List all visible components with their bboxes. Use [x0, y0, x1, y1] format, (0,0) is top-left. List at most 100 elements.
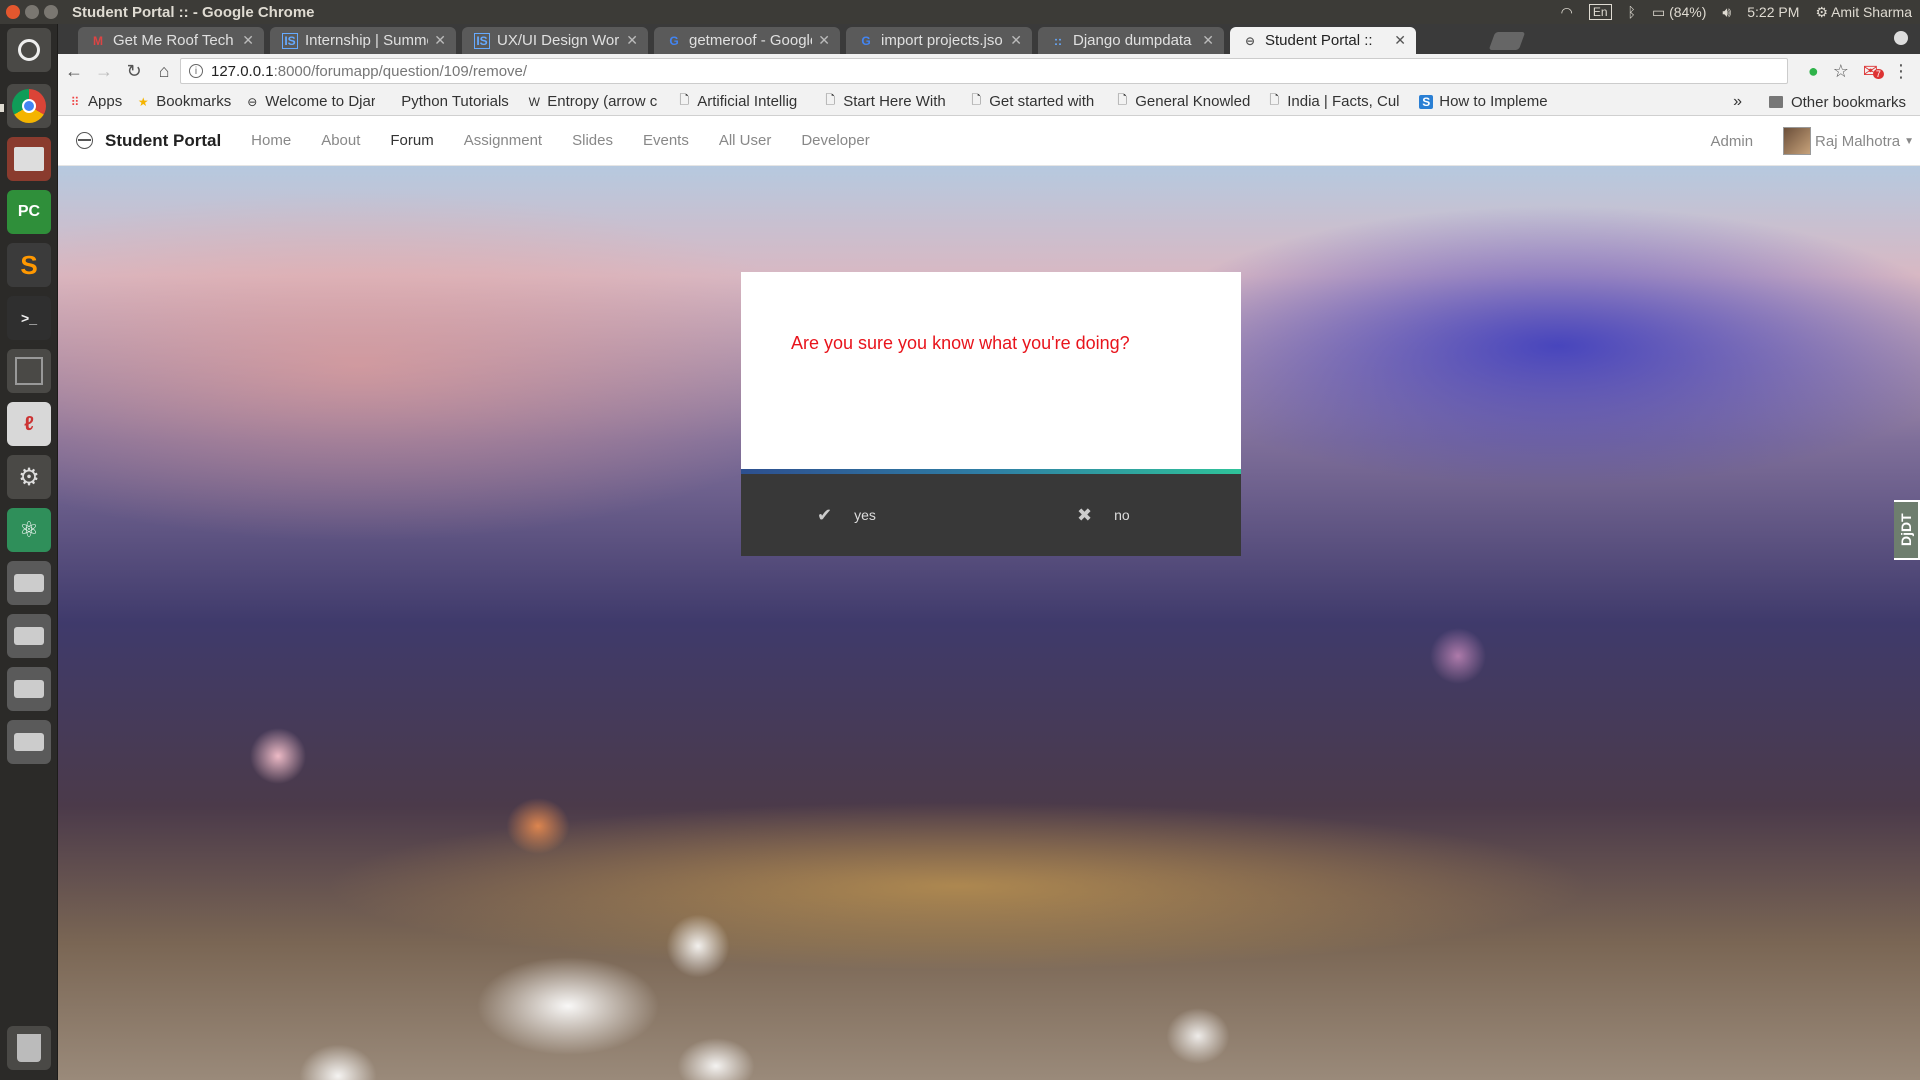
page-icon: 🗋︎: [679, 93, 690, 107]
bookmark-item[interactable]: S How to Impleme: [1419, 93, 1559, 110]
forward-button[interactable]: →: [90, 57, 118, 85]
browser-tab-active[interactable]: ⊖ Student Portal :: ✕: [1230, 27, 1416, 54]
pdf-viewer-icon[interactable]: ℓ: [7, 402, 51, 446]
bookmark-star-icon[interactable]: ☆: [1833, 61, 1849, 82]
nav-all-user[interactable]: All User: [719, 132, 772, 149]
bookmark-item[interactable]: W Entropy (arrow c: [527, 93, 663, 110]
files-icon[interactable]: [7, 137, 51, 181]
browser-tab[interactable]: G getmeroof - Google ✕: [654, 27, 840, 54]
nav-slides[interactable]: Slides: [572, 132, 613, 149]
drive-icon[interactable]: [7, 614, 51, 658]
close-tab-icon[interactable]: ✕: [818, 32, 830, 49]
yes-label: yes: [854, 507, 876, 523]
nav-events[interactable]: Events: [643, 132, 689, 149]
bookmark-item[interactable]: 🗋︎ Get started with: [969, 93, 1101, 110]
grammarly-icon[interactable]: ●: [1808, 61, 1819, 82]
avatar[interactable]: [1783, 127, 1812, 155]
close-tab-icon[interactable]: ✕: [1010, 32, 1022, 49]
bluetooth-icon[interactable]: ᛒ: [1628, 4, 1636, 20]
browser-tab[interactable]: G import projects.jso ✕: [846, 27, 1032, 54]
url-host: 127.0.0.1: [211, 62, 274, 80]
tab-title: Get Me Roof Tech A: [113, 32, 237, 49]
new-tab-button[interactable]: [1488, 32, 1526, 50]
close-window-button[interactable]: [6, 5, 20, 19]
tab-title: Internship | Summe: [305, 32, 429, 49]
browser-tab[interactable]: IS UX/UI Design Work ✕: [462, 27, 648, 54]
minimize-window-button[interactable]: [25, 5, 39, 19]
trash-icon[interactable]: [7, 1026, 51, 1070]
sublime-text-icon[interactable]: S: [7, 243, 51, 287]
docs-icon: ::: [1054, 33, 1062, 48]
bookmarks-overflow-button[interactable]: »: [1733, 88, 1742, 116]
battery-icon: ▭: [1651, 3, 1666, 20]
brand-link[interactable]: Student Portal: [105, 131, 221, 151]
browser-tab[interactable]: M Get Me Roof Tech A ✕: [78, 27, 264, 54]
atom-icon[interactable]: ⚛: [7, 508, 51, 552]
reload-button[interactable]: ↻: [120, 57, 148, 85]
keyboard-indicator[interactable]: En: [1588, 4, 1612, 20]
drive-icon[interactable]: [7, 720, 51, 764]
bookmark-item[interactable]: 🗋︎ Start Here With: [823, 93, 955, 110]
brand-logo-icon: [76, 132, 93, 149]
maximize-window-button[interactable]: [44, 5, 58, 19]
django-debug-toolbar-handle[interactable]: DjDT: [1894, 500, 1920, 560]
nav-assignment[interactable]: Assignment: [464, 132, 542, 149]
other-bookmarks[interactable]: Other bookmarks: [1768, 88, 1906, 116]
bookmark-item[interactable]: 🗋︎ General Knowled: [1115, 93, 1253, 110]
running-indicator: [0, 104, 4, 112]
close-tab-icon[interactable]: ✕: [242, 32, 254, 49]
clock[interactable]: 5:22 PM: [1747, 4, 1799, 20]
dialog-message: Are you sure you know what you're doing?: [791, 333, 1130, 353]
close-tab-icon[interactable]: ✕: [434, 32, 446, 49]
close-tab-icon[interactable]: ✕: [626, 32, 638, 49]
drive-icon[interactable]: [7, 561, 51, 605]
tab-title: UX/UI Design Work: [497, 32, 621, 49]
bookmark-item[interactable]: 🗋︎ Artificial Intellig: [677, 93, 809, 110]
terminal-icon[interactable]: >_: [7, 296, 51, 340]
profile-icon[interactable]: [1894, 31, 1908, 45]
nav-about[interactable]: About: [321, 132, 360, 149]
url-path: :8000/forumapp/question/109/remove/: [273, 62, 528, 80]
nav-admin[interactable]: Admin: [1711, 133, 1754, 150]
nav-home[interactable]: Home: [251, 132, 291, 149]
bookmark-item[interactable]: Python Tutorials: [401, 93, 513, 110]
no-button[interactable]: ✖ no: [1077, 474, 1130, 556]
settings-icon[interactable]: ⚙: [7, 455, 51, 499]
browser-toolbar: ← → ↻ ⌂ i 127.0.0.1:8000/forumapp/questi…: [58, 54, 1920, 88]
user-menu[interactable]: ⚙ Amit Sharma: [1815, 4, 1912, 21]
back-button[interactable]: ←: [60, 57, 88, 85]
bookmark-folder[interactable]: ★ Bookmarks: [136, 93, 231, 110]
menu-icon[interactable]: ⋮: [1892, 61, 1910, 82]
bookmark-item[interactable]: ⊖ Welcome to Djar: [245, 93, 375, 110]
dash-icon[interactable]: [7, 28, 51, 72]
chrome-icon[interactable]: [7, 84, 51, 128]
bookmark-item[interactable]: 🗋︎ India | Facts, Cul: [1267, 93, 1405, 110]
folder-icon: [1768, 96, 1783, 108]
yes-button[interactable]: ✔ yes: [817, 474, 876, 556]
no-label: no: [1114, 507, 1130, 523]
battery-indicator[interactable]: ▭ (84%): [1652, 4, 1706, 21]
bookmark-apps[interactable]: ⠿ Apps: [68, 93, 123, 110]
browser-tab[interactable]: :: Django dumpdata ✕: [1038, 27, 1224, 54]
home-button[interactable]: ⌂: [150, 57, 178, 85]
address-bar[interactable]: i 127.0.0.1:8000/forumapp/question/109/r…: [180, 58, 1788, 84]
dialog-actions: ✔ yes ✖ no: [741, 474, 1241, 556]
info-icon[interactable]: i: [189, 64, 203, 78]
user-menu-name[interactable]: Raj Malhotra: [1815, 133, 1900, 150]
os-top-panel: Student Portal :: - Google Chrome ◠ En ᛒ…: [0, 0, 1920, 24]
apps-icon: ⠿: [70, 94, 80, 109]
dialog-body: Are you sure you know what you're doing?: [741, 272, 1241, 474]
volume-icon[interactable]: 🔊︎: [1722, 4, 1731, 21]
pycharm-icon[interactable]: PC: [7, 190, 51, 234]
gear-icon: ⚙: [1815, 3, 1828, 20]
close-tab-icon[interactable]: ✕: [1394, 32, 1406, 49]
gmail-checker-icon[interactable]: ✉ 7: [1863, 61, 1884, 82]
nav-forum[interactable]: Forum: [390, 132, 433, 149]
caret-down-icon[interactable]: ▼: [1904, 136, 1914, 147]
wifi-icon[interactable]: ◠: [1561, 4, 1573, 21]
workspace-switcher-icon[interactable]: [7, 349, 51, 393]
browser-tab[interactable]: IS Internship | Summe ✕: [270, 27, 456, 54]
nav-developer[interactable]: Developer: [801, 132, 869, 149]
close-tab-icon[interactable]: ✕: [1202, 32, 1214, 49]
drive-icon[interactable]: [7, 667, 51, 711]
